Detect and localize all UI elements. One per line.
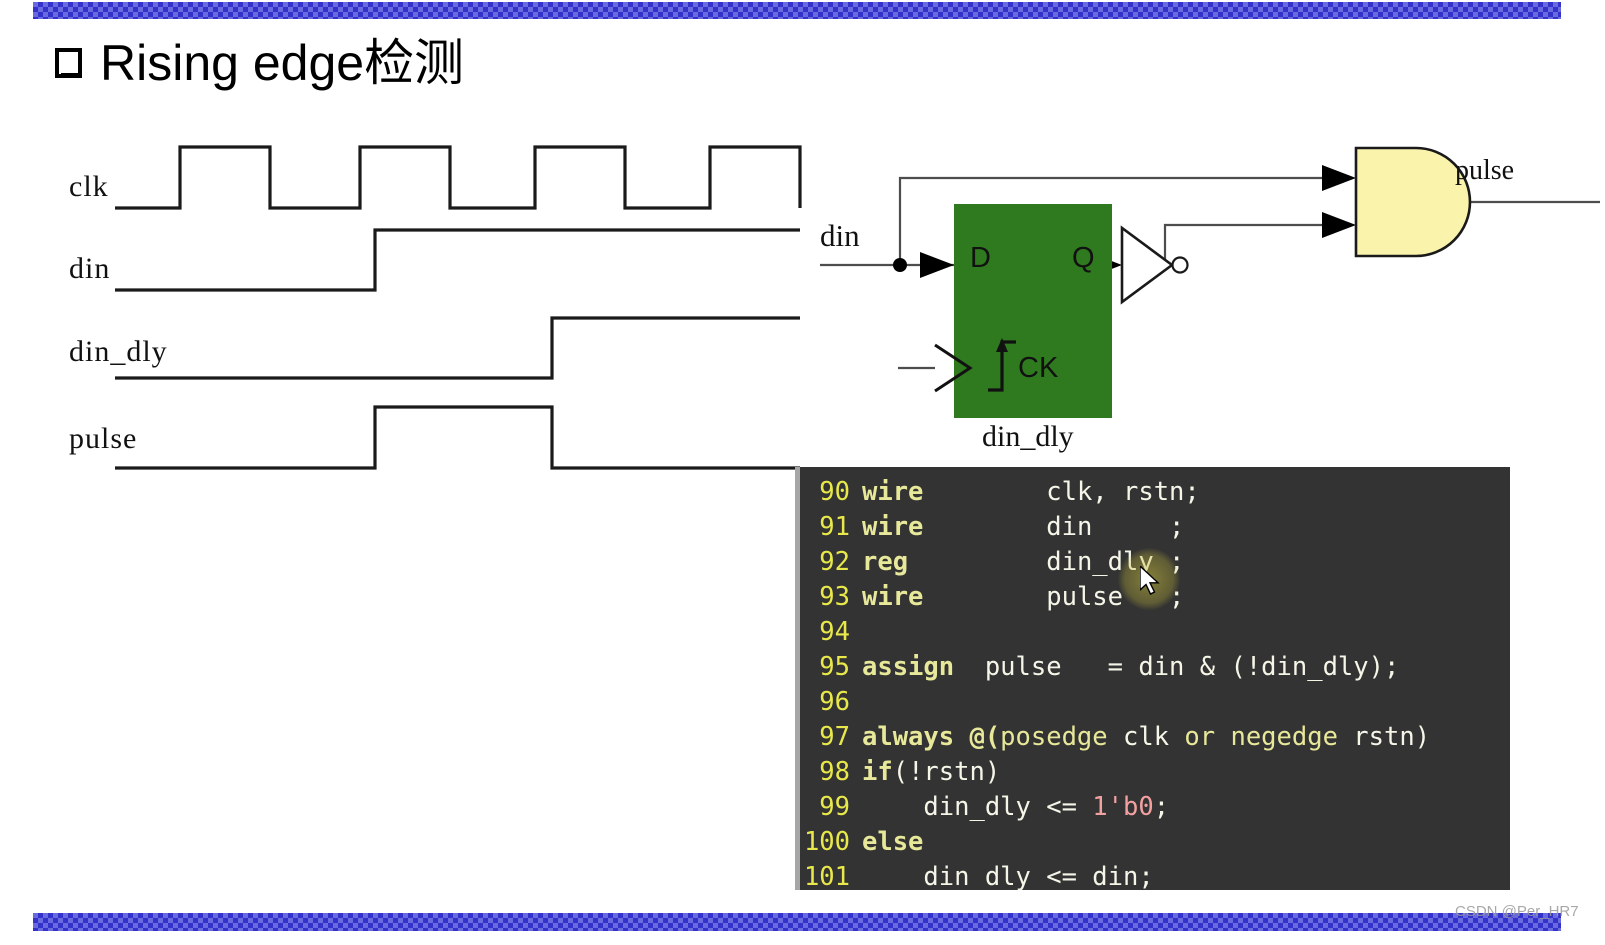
wire-junction-dot	[893, 258, 907, 272]
slide-title-row: Rising edge检测	[55, 38, 464, 88]
code-editor-panel[interactable]: 90 wire clk, rstn; 91 wire din ; 92 reg din_d…	[795, 467, 1510, 890]
arrow-d-input	[920, 252, 954, 278]
inverter-bubble	[1171, 256, 1189, 274]
arrow-and-input-top	[1322, 165, 1356, 191]
page-title: Rising edge检测	[100, 35, 465, 91]
circuit-diagram: din pulse din_dly D Q CK	[810, 130, 1600, 470]
code-line-number: 92	[819, 547, 850, 577]
code-line: 90 wire clk, rstn;	[800, 475, 1510, 510]
code-line-content: assign pulse = din & (!din_dly);	[862, 652, 1400, 682]
waveform-din-dly	[115, 316, 800, 380]
circuit-label-din-dly: din_dly	[982, 420, 1074, 453]
code-line-number: 96	[819, 687, 850, 717]
code-line: 92 reg din_dly ;	[800, 545, 1510, 580]
code-line: 96	[800, 685, 1510, 720]
waveform-clk	[115, 145, 802, 210]
timing-diagram: clk din din_dly pulse	[55, 130, 815, 490]
code-line-number: 99	[819, 792, 850, 822]
code-line: 97 always @(posedge clk or negedge rstn)	[800, 720, 1510, 755]
code-line: 91 wire din ;	[800, 510, 1510, 545]
code-line-content: wire clk, rstn;	[862, 477, 1200, 507]
empty-square-bullet-icon	[55, 48, 82, 78]
dff-body	[954, 204, 1112, 418]
code-line-content: else	[862, 827, 924, 857]
code-line: 101 din_dly <= din;	[800, 860, 1510, 890]
and-gate-body	[1354, 146, 1472, 258]
code-line-number: 98	[819, 757, 850, 787]
arrow-and-input-bottom	[1322, 212, 1356, 238]
code-line: 94	[800, 615, 1510, 650]
waveform-din	[115, 228, 800, 292]
slide-canvas: Rising edge检测 clk din din_dly pulse din …	[0, 0, 1605, 945]
timing-waveform-svg	[115, 145, 802, 470]
code-line-content: always @(posedge clk or negedge rstn)	[862, 722, 1431, 752]
code-line-number: 94	[819, 617, 850, 647]
top-decorative-bar	[33, 2, 1561, 19]
code-line-number: 90	[819, 477, 850, 507]
code-line: 98 if(!rstn)	[800, 755, 1510, 790]
code-line: 99 din_dly <= 1'b0;	[800, 790, 1510, 825]
code-line: 100 else	[800, 825, 1510, 860]
code-line-content: din_dly <= 1'b0;	[862, 792, 1170, 822]
code-line-number: 100	[803, 827, 850, 857]
code-lines-container: 90 wire clk, rstn; 91 wire din ; 92 reg din_d…	[800, 475, 1510, 890]
waveform-pulse	[115, 405, 800, 470]
code-line-number: 95	[819, 652, 850, 682]
code-line-content: wire pulse ;	[862, 582, 1185, 612]
dff-pin-d: D	[970, 242, 991, 274]
code-line-content: din_dly <= din;	[862, 862, 1154, 890]
bottom-decorative-bar	[33, 913, 1561, 931]
code-line-content: if(!rstn)	[862, 757, 1001, 787]
code-line: 93 wire pulse ;	[800, 580, 1510, 615]
dff-pin-ck: CK	[1018, 352, 1059, 384]
dff-pin-q: Q	[1072, 242, 1095, 274]
code-line: 95 assign pulse = din & (!din_dly);	[800, 650, 1510, 685]
code-line-content: reg din_dly ;	[862, 547, 1185, 577]
watermark-text: CSDN @Per_HR7	[1455, 903, 1579, 920]
code-line-content: wire din ;	[862, 512, 1185, 542]
code-line-number: 101	[803, 862, 850, 890]
circuit-label-pulse: pulse	[1455, 155, 1515, 186]
code-line-number: 93	[819, 582, 850, 612]
code-line-number: 97	[819, 722, 850, 752]
circuit-label-din: din	[820, 218, 860, 253]
code-line-number: 91	[819, 512, 850, 542]
